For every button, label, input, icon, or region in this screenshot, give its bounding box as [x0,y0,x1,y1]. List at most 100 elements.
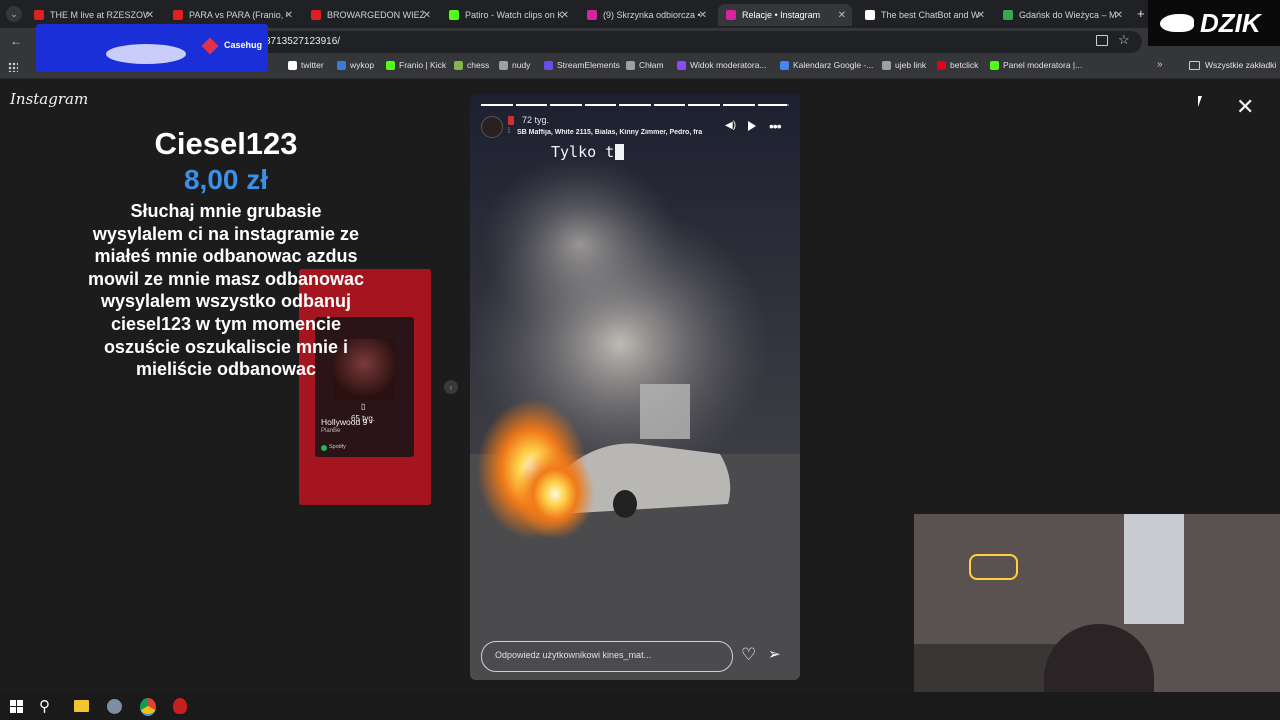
tab-favicon-icon [34,10,44,20]
story-photo [470,94,800,680]
tab-close-icon[interactable]: ✕ [285,10,293,21]
tab-close-icon[interactable]: ✕ [146,10,154,21]
tab-close-icon[interactable]: ✕ [423,10,431,21]
like-heart-icon[interactable]: ♡ [741,645,756,665]
bookmark-label: twitter [301,60,324,70]
tab-title: (9) Skrzynka odbiorcza • I [603,10,701,20]
donation-amount: 8,00 zł [183,164,269,195]
instagram-logo[interactable]: Instagram [10,90,88,108]
story-progress-segment [722,104,755,106]
bookmark-item[interactable]: wykop [337,60,374,70]
casehug-label: Casehug [224,40,263,50]
casehug-banner: Casehug [36,24,268,72]
bookmark-item[interactable]: StreamElements [544,60,620,70]
tab-close-icon[interactable]: ✕ [699,10,707,21]
story-progress-fill [584,104,617,106]
story-card[interactable]: 72 tyg. ⁞ SB Maffija, White 2115, Bialas… [470,94,800,680]
more-options-icon[interactable]: ••• [769,118,782,134]
all-bookmarks-folder[interactable]: Wszystkie zakładki [1189,60,1276,70]
browser-tab[interactable]: Relacje • Instagram ✕ [718,4,852,26]
tab-close-icon[interactable]: ✕ [561,10,569,21]
mouse-cursor-icon [1198,96,1206,107]
bookmark-label: chess [467,60,490,70]
app-icon[interactable] [107,699,122,714]
browser-tab[interactable]: PARA vs PARA (Franio, O ✕ [165,4,299,26]
tab-close-icon[interactable]: ✕ [977,10,985,21]
browser-tab[interactable]: (9) Skrzynka odbiorcza • I ✕ [579,4,713,26]
chrome-icon[interactable] [140,698,156,716]
reply-input[interactable]: Odpowiedz użytkownikowi kines_mat... [481,641,733,672]
bookmark-item[interactable]: ujeb link [882,60,926,70]
bookmark-label: betclick [950,60,979,70]
text-cursor [615,144,625,160]
previous-story-arrow-icon[interactable]: ‹ [444,380,458,394]
tab-favicon-icon [449,10,459,20]
story-progress-segment [550,104,582,106]
webcam-window [1124,514,1184,624]
story-progress-fill [619,104,651,106]
tab-search-button[interactable]: ⌄ [6,6,22,22]
search-icon[interactable]: ⚲ [39,697,57,715]
tab-close-icon[interactable]: ✕ [838,10,846,21]
donation-message-line: ciesel123 w tym momencie [110,313,342,334]
url-text[interactable]: 3713527123916/ [265,36,340,47]
spotify-icon [321,445,327,451]
volume-icon[interactable]: ◀) [725,120,736,131]
all-bookmarks-label: Wszystkie zakładki [1205,60,1277,70]
play-icon[interactable] [748,121,756,131]
browser-tab[interactable]: BROWARGEDON WIEŻYCA✕ [303,4,437,26]
side-story-pause-icon: ▯ [361,402,366,411]
browser-tab[interactable]: THE M live at RZESZOWSKI✕ [26,4,160,26]
story-progress-fill [550,104,582,106]
story-music[interactable]: SB Maffija, White 2115, Bialas, Kinny Zi… [517,129,715,136]
story-progress-segment [688,104,720,106]
bookmark-item[interactable]: Widok moderatora... [677,60,767,70]
bookmark-favicon-icon [499,60,508,70]
bookmark-item[interactable]: nudy [499,60,530,70]
tab-close-icon[interactable]: ✕ [1115,10,1123,21]
donation-message-line: mieliście odbanowac [135,359,317,380]
story-progress-fill [481,104,513,106]
browser-tab[interactable]: Gdańsk do Wieżyca – Ma ✕ [995,4,1129,26]
story-progress-fill [688,104,720,106]
donation-message-line: wysylalem wszystko odbanuj [100,291,352,312]
story-progress-segment [653,104,686,106]
bookmark-label: wykop [350,60,375,70]
close-icon[interactable]: ✕ [1236,94,1254,120]
boar-icon [1160,14,1194,32]
bookmark-star-icon[interactable]: ☆ [1118,32,1130,48]
bookmarks-overflow-icon[interactable]: » [1157,59,1163,70]
bookmark-label: ujeb link [895,60,927,70]
streaming-app-icon[interactable] [173,698,187,714]
bookmark-item[interactable]: betclick [937,60,978,70]
install-icon[interactable] [1096,35,1108,46]
story-avatar[interactable] [481,116,503,138]
spotify-label: Spotify [329,444,346,450]
file-explorer-icon[interactable] [74,700,89,712]
bookmark-item[interactable]: Kalendarz Google -... [780,60,873,70]
back-icon[interactable]: ← [10,34,22,48]
bookmark-item[interactable]: Panel moderatora |... [990,60,1082,70]
new-tab-button[interactable]: + [1137,6,1145,21]
story-progress-fill [653,104,686,106]
casehug-wings-graphic [106,44,186,64]
tab-title: Relacje • Instagram [742,10,821,20]
donation-message-line: oszuście oszukaliscie mnie i [103,336,349,357]
webcam-feed [914,514,1280,720]
story-progress-segment [757,104,790,106]
browser-tab[interactable]: Patiro - Watch clips on Ki ✕ [441,4,575,26]
story-music-icon: ⁞ [508,128,510,135]
bookmark-item[interactable]: Chłam [626,60,664,70]
story-progress-fill [515,104,548,106]
bookmark-item[interactable]: Franio | Kick [386,60,446,70]
bookmark-item[interactable]: twitter [288,60,324,70]
donation-message-line: mowil ze mnie masz odbanowac [87,268,365,289]
browser-tab[interactable]: The best ChatBot and Wi ✕ [857,4,991,26]
bookmark-label: nudy [512,60,531,70]
share-send-icon[interactable]: ➢ [768,645,781,663]
bookmark-item[interactable]: chess [454,60,489,70]
bookmark-label: Franio | Kick [399,60,447,70]
apps-icon[interactable] [8,62,18,72]
windows-start-icon[interactable] [10,700,23,713]
tab-title: THE M live at RZESZOWSKI [50,10,148,20]
